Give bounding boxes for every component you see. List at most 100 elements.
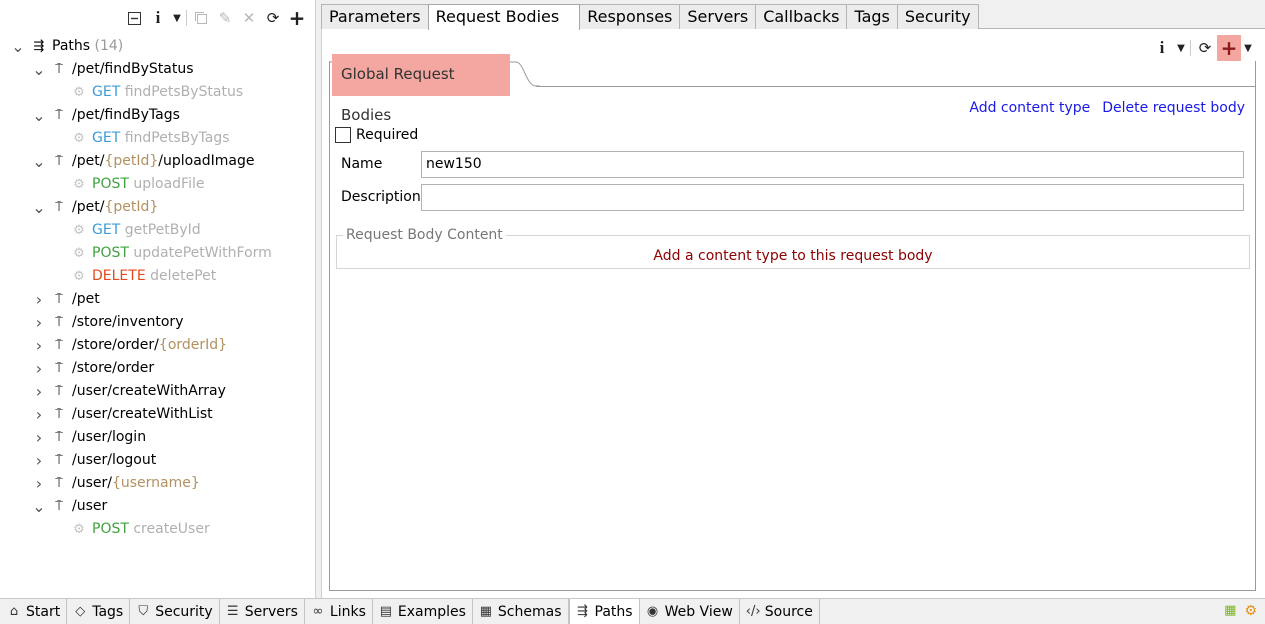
- description-field[interactable]: [421, 183, 1244, 211]
- view-tab-source[interactable]: ‹/› Source: [739, 599, 820, 624]
- chevron-right-icon[interactable]: ›: [33, 403, 45, 426]
- tab-callbacks[interactable]: Callbacks: [755, 4, 848, 29]
- add-request-body-icon[interactable]: +: [1217, 35, 1241, 61]
- plus-icon[interactable]: +: [285, 6, 309, 30]
- tree-path-item[interactable]: › ⍑ /store/order/{orderId}: [0, 334, 316, 357]
- view-tab-examples[interactable]: ▤ Examples: [372, 599, 473, 624]
- tab-parameters[interactable]: Parameters: [321, 4, 429, 29]
- chevron-right-icon[interactable]: ›: [33, 449, 45, 472]
- tree-path-item[interactable]: ⌄ ⍑ /pet/findByTags: [0, 104, 316, 127]
- description-row: Description: [341, 183, 1244, 211]
- name-field[interactable]: new150: [421, 150, 1244, 178]
- path-icon: ⍑: [55, 200, 63, 215]
- status-icons: ▦ ⚙: [1224, 603, 1257, 619]
- path-text: /store/order/: [72, 337, 159, 353]
- view-tab-label: Source: [764, 603, 813, 620]
- toolbar-separator: [186, 10, 187, 26]
- tree-path-item[interactable]: ⌄ ⍑ /pet/{petId}: [0, 196, 316, 219]
- path-text: /store/inventory: [72, 314, 184, 330]
- chevron-down-icon[interactable]: ⌄: [11, 35, 24, 58]
- path-text: /store/order: [72, 360, 155, 376]
- view-tab-links[interactable]: ∞ Links: [304, 599, 373, 624]
- tab-responses[interactable]: Responses: [579, 4, 681, 29]
- view-tab-web-view[interactable]: ◉ Web View: [639, 599, 740, 624]
- refresh-icon[interactable]: ⟳: [261, 8, 285, 28]
- chevron-right-icon[interactable]: ›: [33, 426, 45, 449]
- chevron-right-icon[interactable]: ›: [33, 357, 45, 380]
- tree-path-item[interactable]: › ⍑ /user/logout: [0, 449, 316, 472]
- tree-operation-item[interactable]: ⚙ GET findPetsByTags: [0, 127, 316, 150]
- operation-method: GET: [92, 222, 121, 238]
- tree-path-item[interactable]: › ⍑ /user/createWithArray: [0, 380, 316, 403]
- view-tab-paths[interactable]: ⇶ Paths: [568, 599, 640, 624]
- tree-operation-item[interactable]: ⚙ POST createUser: [0, 518, 316, 541]
- chevron-right-icon[interactable]: ›: [33, 380, 45, 403]
- view-tab-security[interactable]: ⛉ Security: [130, 599, 220, 624]
- tree-path-item[interactable]: › ⍑ /store/order: [0, 357, 316, 380]
- tab-tags[interactable]: Tags: [846, 4, 898, 29]
- add-content-type-link[interactable]: Add content type: [969, 100, 1090, 116]
- grid-icon[interactable]: ▦: [1224, 603, 1236, 619]
- tab-request-bodies[interactable]: Request Bodies: [427, 4, 581, 30]
- info-icon[interactable]: i: [146, 8, 170, 28]
- path-icon: ⍑: [55, 292, 63, 307]
- path-text: /user/createWithArray: [72, 383, 226, 399]
- delete-request-body-link[interactable]: Delete request body: [1102, 100, 1245, 116]
- path-label: /user: [72, 495, 107, 518]
- chevron-down-icon[interactable]: ⌄: [32, 495, 45, 518]
- close-icon[interactable]: ✕: [237, 8, 261, 28]
- view-tabs: ⌂ Start ◇ Tags ⛉ Security ☰ Servers ∞ Links ▤ Examp…: [1, 599, 820, 624]
- section-title: Global Request Bodies: [332, 54, 510, 124]
- tree-operation-item[interactable]: ⚙ POST updatePetWithForm: [0, 242, 316, 265]
- path-text-suffix: /uploadImage: [158, 153, 255, 169]
- refresh-icon[interactable]: ⟳: [1193, 38, 1217, 58]
- chevron-right-icon[interactable]: ›: [33, 288, 45, 311]
- tree-path-item[interactable]: › ⍑ /user/login: [0, 426, 316, 449]
- copy-icon[interactable]: [189, 8, 213, 28]
- path-icon: ⍑: [55, 108, 63, 123]
- path-icon: ⍑: [55, 499, 63, 514]
- tab-servers[interactable]: Servers: [679, 4, 757, 29]
- tree-path-item[interactable]: ⌄ ⍑ /user: [0, 495, 316, 518]
- view-tab-servers[interactable]: ☰ Servers: [219, 599, 305, 624]
- tree-operation-item[interactable]: ⚙ GET getPetById: [0, 219, 316, 242]
- view-tab-schemas[interactable]: ▦ Schemas: [472, 599, 569, 624]
- tree-path-item[interactable]: ⌄ ⍑ /pet/{petId}/uploadImage: [0, 150, 316, 173]
- view-tab-label: Paths: [594, 603, 633, 620]
- required-row: Required: [335, 126, 418, 144]
- chevron-down-icon[interactable]: ⌄: [32, 150, 45, 173]
- settings-icon[interactable]: ⚙: [1244, 603, 1257, 619]
- tree-operation-item[interactable]: ⚙ DELETE deletePet: [0, 265, 316, 288]
- view-tab-start[interactable]: ⌂ Start: [1, 599, 68, 624]
- info-icon[interactable]: i: [1150, 38, 1174, 58]
- path-icon: ⍑: [55, 476, 63, 491]
- view-tab-tags[interactable]: ◇ Tags: [67, 599, 131, 624]
- tree-path-item[interactable]: › ⍑ /pet: [0, 288, 316, 311]
- chevron-right-icon[interactable]: ›: [33, 472, 45, 495]
- chevron-down-icon[interactable]: ⌄: [32, 58, 45, 81]
- chevron-down-icon[interactable]: ▼: [170, 8, 184, 28]
- collapse-all-icon[interactable]: [122, 8, 146, 28]
- chevron-down-icon[interactable]: ▼: [1174, 38, 1188, 58]
- pencil-icon[interactable]: ✎: [213, 8, 237, 28]
- required-checkbox[interactable]: [335, 127, 351, 143]
- chevron-down-icon[interactable]: ⌄: [32, 196, 45, 219]
- chevron-down-icon[interactable]: ▼: [1241, 38, 1255, 58]
- schemas-icon: ▦: [479, 604, 493, 619]
- tree-operation-item[interactable]: ⚙ GET findPetsByStatus: [0, 81, 316, 104]
- tree-path-item[interactable]: › ⍑ /user/createWithList: [0, 403, 316, 426]
- chevron-right-icon[interactable]: ›: [33, 311, 45, 334]
- tree-path-item[interactable]: › ⍑ /user/{username}: [0, 472, 316, 495]
- operation-gear-icon: ⚙: [73, 85, 85, 100]
- path-icon: ⍑: [55, 315, 63, 330]
- chevron-down-icon[interactable]: ⌄: [32, 104, 45, 127]
- tree-root-paths[interactable]: ⌄ ⇶ Paths (14): [0, 35, 316, 58]
- name-label: Name: [341, 156, 383, 172]
- add-content-type-message[interactable]: Add a content type to this request body: [337, 248, 1249, 264]
- tree-path-item[interactable]: › ⍑ /store/inventory: [0, 311, 316, 334]
- tree-path-item[interactable]: ⌄ ⍑ /pet/findByStatus: [0, 58, 316, 81]
- chevron-right-icon[interactable]: ›: [33, 334, 45, 357]
- path-icon: ⍑: [55, 338, 63, 353]
- tree-operation-item[interactable]: ⚙ POST uploadFile: [0, 173, 316, 196]
- tab-security[interactable]: Security: [896, 4, 979, 29]
